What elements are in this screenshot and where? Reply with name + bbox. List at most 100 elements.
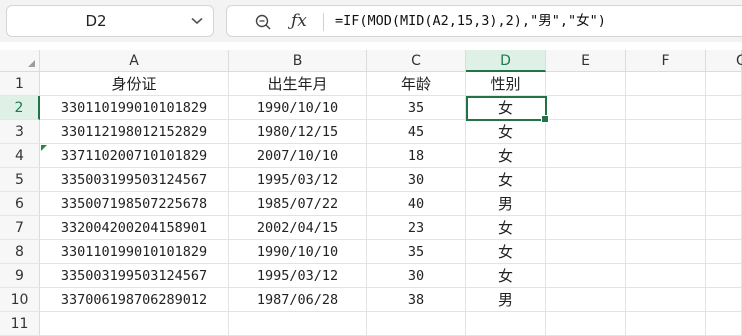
column-header-a[interactable]: A	[40, 50, 229, 72]
column-header-g[interactable]: G	[706, 50, 742, 72]
cell-b8[interactable]: 1990/10/10	[229, 240, 367, 264]
row-header-3[interactable]: 3	[0, 120, 40, 144]
cell-c4[interactable]: 18	[367, 144, 466, 168]
cell-e6[interactable]	[546, 192, 626, 216]
cell-d6[interactable]: 男	[466, 192, 546, 216]
column-header-f[interactable]: F	[626, 50, 706, 72]
cell-c10[interactable]: 38	[367, 288, 466, 312]
column-header-c[interactable]: C	[367, 50, 466, 72]
cell-reference[interactable]: D2	[7, 6, 185, 36]
cell-f2[interactable]	[626, 96, 706, 120]
cell-f4[interactable]	[626, 144, 706, 168]
cell-f9[interactable]	[626, 264, 706, 288]
cell-b3[interactable]: 1980/12/15	[229, 120, 367, 144]
row-header-11[interactable]: 11	[0, 312, 40, 336]
cell-b4[interactable]: 2007/10/10	[229, 144, 367, 168]
cell-a6[interactable]: 335007198507225678	[40, 192, 229, 216]
cell-a8[interactable]: 330110199010101829	[40, 240, 229, 264]
column-header-b[interactable]: B	[229, 50, 367, 72]
row-header-9[interactable]: 9	[0, 264, 40, 288]
cell-f7[interactable]	[626, 216, 706, 240]
formula-text[interactable]: =IF(MOD(MID(A2,15,3),2),"男","女")	[335, 6, 606, 36]
cell-b7[interactable]: 2002/04/15	[229, 216, 367, 240]
cell-e2[interactable]	[546, 96, 626, 120]
cell-c5[interactable]: 30	[367, 168, 466, 192]
cell-f10[interactable]	[626, 288, 706, 312]
cell-g4[interactable]	[706, 144, 742, 168]
row-header-6[interactable]: 6	[0, 192, 40, 216]
cell-d4[interactable]: 女	[466, 144, 546, 168]
column-header-e[interactable]: E	[546, 50, 626, 72]
column-header-d[interactable]: D	[466, 50, 546, 72]
cell-a3[interactable]: 330112198012152829	[40, 120, 229, 144]
cell-b9[interactable]: 1995/03/12	[229, 264, 367, 288]
cell-a7[interactable]: 332004200204158901	[40, 216, 229, 240]
row-header-1[interactable]: 1	[0, 72, 40, 96]
cell-f8[interactable]	[626, 240, 706, 264]
cell-f6[interactable]	[626, 192, 706, 216]
cell-f11[interactable]	[626, 312, 706, 336]
cell-c11[interactable]	[367, 312, 466, 336]
cell-f5[interactable]	[626, 168, 706, 192]
cell-a10[interactable]: 337006198706289012	[40, 288, 229, 312]
cell-b11[interactable]	[229, 312, 367, 336]
row-header-7[interactable]: 7	[0, 216, 40, 240]
cell-c6[interactable]: 40	[367, 192, 466, 216]
cell-g1[interactable]	[706, 72, 742, 96]
cell-f3[interactable]	[626, 120, 706, 144]
cell-d2[interactable]: 女	[466, 96, 546, 120]
cell-g5[interactable]	[706, 168, 742, 192]
cell-g10[interactable]	[706, 288, 742, 312]
cell-b1[interactable]: 出生年月	[229, 72, 367, 96]
name-box[interactable]: D2	[6, 5, 214, 37]
cell-e7[interactable]	[546, 216, 626, 240]
chevron-down-icon[interactable]	[191, 6, 203, 36]
cell-a1[interactable]: 身份证	[40, 72, 229, 96]
cell-b2[interactable]: 1990/10/10	[229, 96, 367, 120]
cell-d9[interactable]: 女	[466, 264, 546, 288]
cell-g11[interactable]	[706, 312, 742, 336]
cell-d1[interactable]: 性别	[466, 72, 546, 96]
cell-e9[interactable]	[546, 264, 626, 288]
row-header-4[interactable]: 4	[0, 144, 40, 168]
fx-icon[interactable]: ƒx	[291, 9, 307, 33]
cell-g2[interactable]	[706, 96, 742, 120]
row-header-10[interactable]: 10	[0, 288, 40, 312]
cell-g6[interactable]	[706, 192, 742, 216]
cell-e10[interactable]	[546, 288, 626, 312]
cell-a2[interactable]: 330110199010101829	[40, 96, 229, 120]
cell-c3[interactable]: 45	[367, 120, 466, 144]
cell-b10[interactable]: 1987/06/28	[229, 288, 367, 312]
cell-e8[interactable]	[546, 240, 626, 264]
cell-d3[interactable]: 女	[466, 120, 546, 144]
cell-a11[interactable]	[40, 312, 229, 336]
row-header-2[interactable]: 2	[0, 96, 40, 120]
formula-bar[interactable]: ƒx =IF(MOD(MID(A2,15,3),2),"男","女")	[226, 5, 742, 37]
cell-a4[interactable]: 337110200710101829	[40, 144, 229, 168]
cell-b6[interactable]: 1985/07/22	[229, 192, 367, 216]
cell-g8[interactable]	[706, 240, 742, 264]
cell-e11[interactable]	[546, 312, 626, 336]
cell-e5[interactable]	[546, 168, 626, 192]
cell-b5[interactable]: 1995/03/12	[229, 168, 367, 192]
cell-e4[interactable]	[546, 144, 626, 168]
cell-c2[interactable]: 35	[367, 96, 466, 120]
cell-a5[interactable]: 335003199503124567	[40, 168, 229, 192]
cell-c1[interactable]: 年龄	[367, 72, 466, 96]
cell-c9[interactable]: 30	[367, 264, 466, 288]
cell-a9[interactable]: 335003199503124567	[40, 264, 229, 288]
cell-c7[interactable]: 23	[367, 216, 466, 240]
cell-e1[interactable]	[546, 72, 626, 96]
cell-c8[interactable]: 35	[367, 240, 466, 264]
error-indicator-flag[interactable]	[41, 145, 47, 151]
cell-d11[interactable]	[466, 312, 546, 336]
zoom-icon[interactable]	[255, 14, 271, 30]
cell-f1[interactable]	[626, 72, 706, 96]
cell-g9[interactable]	[706, 264, 742, 288]
cell-e3[interactable]	[546, 120, 626, 144]
row-header-8[interactable]: 8	[0, 240, 40, 264]
cell-d5[interactable]: 女	[466, 168, 546, 192]
cell-g3[interactable]	[706, 120, 742, 144]
cell-d10[interactable]: 男	[466, 288, 546, 312]
cell-g7[interactable]	[706, 216, 742, 240]
